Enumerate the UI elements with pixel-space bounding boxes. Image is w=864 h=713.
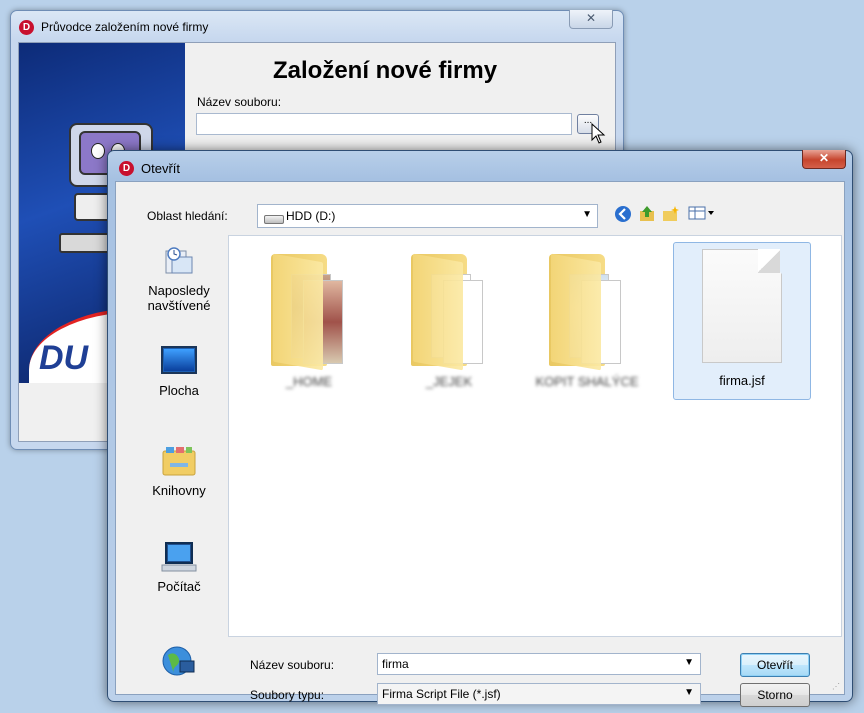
up-folder-icon[interactable] — [637, 205, 657, 225]
app-logo-icon: D — [19, 20, 34, 35]
mouse-cursor-icon — [591, 123, 606, 144]
dialog-client: Oblast hledání: HDD (D:) ▼ Naposledy nav… — [115, 181, 845, 707]
list-item-folder[interactable]: _HOME — [241, 244, 377, 400]
dialog-close-button[interactable]: ✕ — [802, 150, 846, 169]
desktop-icon — [161, 346, 197, 374]
open-dialog: D Otevřít ✕ Oblast hledání: HDD (D:) ▼ N… — [107, 150, 853, 707]
drive-icon — [264, 215, 284, 224]
app-logo-icon: D — [119, 161, 134, 176]
cancel-button[interactable]: Storno — [740, 683, 810, 707]
network-icon — [162, 646, 195, 676]
place-label: Knihovny — [152, 483, 206, 498]
back-icon[interactable] — [613, 205, 633, 225]
folder-icon — [549, 253, 625, 371]
mascot-eye — [91, 143, 105, 159]
filetype-label: Soubory typu: — [250, 688, 325, 702]
wizard-filename-input[interactable] — [196, 113, 572, 135]
look-in-combo[interactable]: HDD (D:) ▼ — [257, 204, 598, 228]
dialog-title: Otevřít — [141, 161, 181, 176]
document-fold — [758, 249, 780, 273]
wizard-heading: Založení nové firmy — [273, 57, 498, 84]
chevron-down-icon: ▼ — [684, 687, 694, 698]
wizard-close-button[interactable]: ✕ — [569, 10, 613, 29]
wizard-title: Průvodce založením nové firmy — [41, 20, 209, 34]
libraries-icon — [162, 447, 196, 476]
filename-input[interactable]: firma ▼ — [377, 653, 701, 675]
file-list: _HOME _JEJEK KOPIT SHALÝCE firma.jsf — [228, 235, 842, 637]
list-item-file[interactable]: firma.jsf — [673, 242, 811, 400]
open-button[interactable]: Otevřít — [740, 653, 810, 677]
item-name: _HOME — [285, 374, 333, 389]
list-item-folder[interactable]: KOPIT SHALÝCE — [519, 244, 655, 400]
chevron-down-icon[interactable]: ▼ — [684, 657, 694, 668]
place-computer[interactable]: Počítač — [132, 541, 226, 594]
view-menu-icon[interactable] — [687, 205, 717, 225]
place-label: Plocha — [159, 383, 199, 398]
computer-icon — [161, 542, 197, 572]
place-label: Naposledy navštívené — [147, 283, 211, 313]
item-name: _JEJEK — [425, 374, 473, 389]
look-in-value: HDD (D:) — [286, 209, 336, 223]
chevron-down-icon: ▼ — [582, 209, 592, 220]
wizard-filename-label: Název souboru: — [197, 95, 282, 109]
resize-grip-icon[interactable]: ⋰ — [832, 682, 842, 692]
places-bar: Naposledy navštívené Plocha Knihovny Poč… — [132, 235, 226, 691]
list-item-folder[interactable]: _JEJEK — [381, 244, 517, 400]
item-name: KOPIT SHALÝCE — [535, 374, 639, 389]
place-label: Počítač — [157, 579, 201, 594]
brand-logo: DU — [39, 339, 89, 377]
folder-icon — [271, 253, 347, 371]
place-desktop[interactable]: Plocha — [132, 345, 226, 398]
new-folder-icon[interactable] — [661, 205, 681, 225]
look-in-label: Oblast hledání: — [147, 209, 228, 223]
folder-icon — [411, 253, 487, 371]
place-recent[interactable]: Naposledy navštívené — [132, 245, 226, 313]
item-name: firma.jsf — [719, 373, 765, 388]
filetype-select[interactable]: Firma Script File (*.jsf) ▼ — [377, 683, 701, 705]
recent-places-icon — [165, 247, 193, 274]
filename-label: Název souboru: — [250, 658, 335, 672]
filetype-value: Firma Script File (*.jsf) — [382, 687, 501, 701]
filename-value: firma — [382, 657, 409, 671]
place-libraries[interactable]: Knihovny — [132, 445, 226, 498]
place-network[interactable] — [132, 645, 226, 683]
